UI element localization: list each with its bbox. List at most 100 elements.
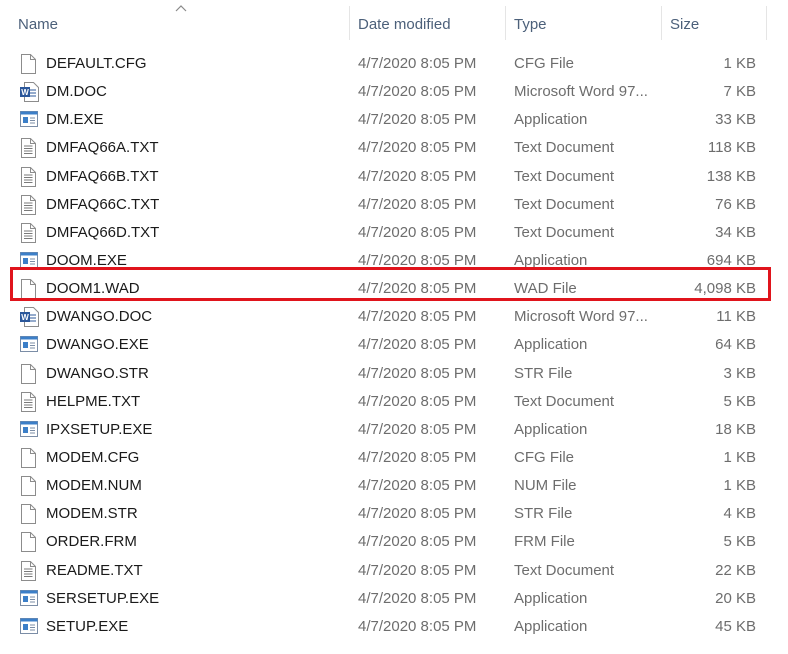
file-type: Text Document bbox=[514, 561, 615, 579]
file-icon bbox=[20, 472, 40, 500]
file-size: 118 KB bbox=[707, 139, 756, 157]
file-name[interactable]: ORDER.FRM bbox=[46, 528, 346, 556]
file-type: STR File bbox=[514, 364, 573, 382]
file-icon bbox=[20, 444, 40, 472]
column-header-type[interactable]: Type bbox=[514, 0, 662, 46]
file-row[interactable]: DOOM1.WAD 4/7/2020 8:05 PM WAD File 4,098 K… bbox=[0, 275, 788, 303]
file-icon bbox=[20, 275, 40, 303]
file-name[interactable]: DMFAQ66D.TXT bbox=[46, 219, 346, 247]
file-row[interactable]: DMFAQ66D.TXT 4/7/2020 8:05 PM Text Documen… bbox=[0, 219, 788, 247]
file-row[interactable]: DMFAQ66B.TXT 4/7/2020 8:05 PM Text Documen… bbox=[0, 163, 788, 191]
file-name[interactable]: README.TXT bbox=[46, 557, 346, 585]
file-type: Application bbox=[514, 589, 588, 607]
file-row[interactable]: SETUP.EXE 4/7/2020 8:05 PM Application 45 K… bbox=[0, 613, 788, 641]
file-row[interactable]: DWANGO.EXE 4/7/2020 8:05 PM Application 64 … bbox=[0, 331, 788, 359]
file-name[interactable]: DMFAQ66C.TXT bbox=[46, 191, 346, 219]
file-name[interactable]: DM.EXE bbox=[46, 106, 346, 134]
file-size: 4 KB bbox=[723, 505, 756, 523]
file-row[interactable]: ORDER.FRM 4/7/2020 8:05 PM FRM File 5 KB bbox=[0, 528, 788, 556]
file-name[interactable]: HELPME.TXT bbox=[46, 388, 346, 416]
svg-text:W: W bbox=[21, 313, 29, 322]
text-file-icon bbox=[20, 557, 40, 585]
file-date-modified: 4/7/2020 8:05 PM bbox=[358, 139, 477, 157]
file-size: 76 KB bbox=[715, 195, 756, 213]
file-size: 20 KB bbox=[715, 589, 756, 607]
file-name[interactable]: SERSETUP.EXE bbox=[46, 585, 346, 613]
file-size: 1 KB bbox=[723, 477, 756, 495]
file-type: NUM File bbox=[514, 477, 577, 495]
file-name[interactable]: DOOM.EXE bbox=[46, 247, 346, 275]
svg-text:W: W bbox=[21, 88, 29, 97]
file-name[interactable]: DWANGO.STR bbox=[46, 360, 346, 388]
application-icon bbox=[20, 106, 40, 134]
file-list: DEFAULT.CFG 4/7/2020 8:05 PM CFG File 1 KB W… bbox=[0, 50, 788, 641]
file-row[interactable]: W DWANGO.DOC 4/7/2020 8:05 PM Microsoft Wor… bbox=[0, 303, 788, 331]
file-date-modified: 4/7/2020 8:05 PM bbox=[358, 392, 477, 410]
file-name[interactable]: DEFAULT.CFG bbox=[46, 50, 346, 78]
file-type: Application bbox=[514, 251, 588, 269]
file-name[interactable]: IPXSETUP.EXE bbox=[46, 416, 346, 444]
word-doc-icon: W bbox=[20, 303, 40, 331]
file-name[interactable]: DWANGO.DOC bbox=[46, 303, 346, 331]
file-row[interactable]: HELPME.TXT 4/7/2020 8:05 PM Text Document 5… bbox=[0, 388, 788, 416]
file-size: 5 KB bbox=[723, 392, 756, 410]
text-file-icon bbox=[20, 134, 40, 162]
file-type: CFG File bbox=[514, 448, 574, 466]
file-row[interactable]: W DM.DOC 4/7/2020 8:05 PM Microsoft Word 97… bbox=[0, 78, 788, 106]
column-divider[interactable] bbox=[349, 6, 350, 40]
file-row[interactable]: MODEM.STR 4/7/2020 8:05 PM STR File 4 KB bbox=[0, 500, 788, 528]
file-date-modified: 4/7/2020 8:05 PM bbox=[358, 111, 477, 129]
file-size: 33 KB bbox=[715, 111, 756, 129]
file-name[interactable]: MODEM.NUM bbox=[46, 472, 346, 500]
file-size: 18 KB bbox=[715, 420, 756, 438]
file-row[interactable]: DWANGO.STR 4/7/2020 8:05 PM STR File 3 KB bbox=[0, 360, 788, 388]
text-file-icon bbox=[20, 163, 40, 191]
file-date-modified: 4/7/2020 8:05 PM bbox=[358, 308, 477, 326]
file-size: 7 KB bbox=[723, 83, 756, 101]
file-type: STR File bbox=[514, 505, 573, 523]
file-row[interactable]: SERSETUP.EXE 4/7/2020 8:05 PM Application 2… bbox=[0, 585, 788, 613]
column-header-date-modified[interactable]: Date modified bbox=[358, 0, 506, 46]
column-header-name[interactable]: Name bbox=[18, 0, 348, 46]
file-name[interactable]: DMFAQ66B.TXT bbox=[46, 163, 346, 191]
file-row[interactable]: MODEM.NUM 4/7/2020 8:05 PM NUM File 1 KB bbox=[0, 472, 788, 500]
file-date-modified: 4/7/2020 8:05 PM bbox=[358, 617, 477, 635]
file-date-modified: 4/7/2020 8:05 PM bbox=[358, 83, 477, 101]
file-icon bbox=[20, 500, 40, 528]
file-name[interactable]: MODEM.CFG bbox=[46, 444, 346, 472]
column-divider[interactable] bbox=[766, 6, 767, 40]
file-type: Text Document bbox=[514, 392, 615, 410]
file-type: FRM File bbox=[514, 533, 575, 551]
file-row[interactable]: IPXSETUP.EXE 4/7/2020 8:05 PM Application 1… bbox=[0, 416, 788, 444]
file-date-modified: 4/7/2020 8:05 PM bbox=[358, 55, 477, 72]
column-header-size[interactable]: Size bbox=[670, 0, 760, 46]
file-type: WAD File bbox=[514, 280, 577, 298]
file-icon bbox=[20, 50, 40, 78]
column-divider[interactable] bbox=[661, 6, 662, 40]
file-name[interactable]: MODEM.STR bbox=[46, 500, 346, 528]
file-type: CFG File bbox=[514, 55, 574, 72]
file-row[interactable]: DEFAULT.CFG 4/7/2020 8:05 PM CFG File 1 KB bbox=[0, 50, 788, 78]
file-name[interactable]: SETUP.EXE bbox=[46, 613, 346, 641]
file-name[interactable]: DWANGO.EXE bbox=[46, 331, 346, 359]
file-row[interactable]: DMFAQ66A.TXT 4/7/2020 8:05 PM Text Documen… bbox=[0, 134, 788, 162]
file-name[interactable]: DMFAQ66A.TXT bbox=[46, 134, 346, 162]
file-row[interactable]: README.TXT 4/7/2020 8:05 PM Text Document 2… bbox=[0, 557, 788, 585]
file-type: Microsoft Word 97... bbox=[514, 308, 648, 326]
file-date-modified: 4/7/2020 8:05 PM bbox=[358, 505, 477, 523]
column-header-bar: Name Date modified Type Size bbox=[0, 0, 788, 46]
file-type: Text Document bbox=[514, 167, 615, 185]
column-divider[interactable] bbox=[505, 6, 506, 40]
file-date-modified: 4/7/2020 8:05 PM bbox=[358, 364, 477, 382]
file-type: Application bbox=[514, 336, 588, 354]
file-date-modified: 4/7/2020 8:05 PM bbox=[358, 589, 477, 607]
file-size: 1 KB bbox=[723, 448, 756, 466]
file-date-modified: 4/7/2020 8:05 PM bbox=[358, 477, 477, 495]
file-name[interactable]: DOOM1.WAD bbox=[46, 275, 346, 303]
file-row[interactable]: DMFAQ66C.TXT 4/7/2020 8:05 PM Text Documen… bbox=[0, 191, 788, 219]
text-file-icon bbox=[20, 191, 40, 219]
file-name[interactable]: DM.DOC bbox=[46, 78, 346, 106]
file-row[interactable]: MODEM.CFG 4/7/2020 8:05 PM CFG File 1 KB bbox=[0, 444, 788, 472]
file-row[interactable]: DM.EXE 4/7/2020 8:05 PM Application 33 KB bbox=[0, 106, 788, 134]
file-row[interactable]: DOOM.EXE 4/7/2020 8:05 PM Application 694 K… bbox=[0, 247, 788, 275]
